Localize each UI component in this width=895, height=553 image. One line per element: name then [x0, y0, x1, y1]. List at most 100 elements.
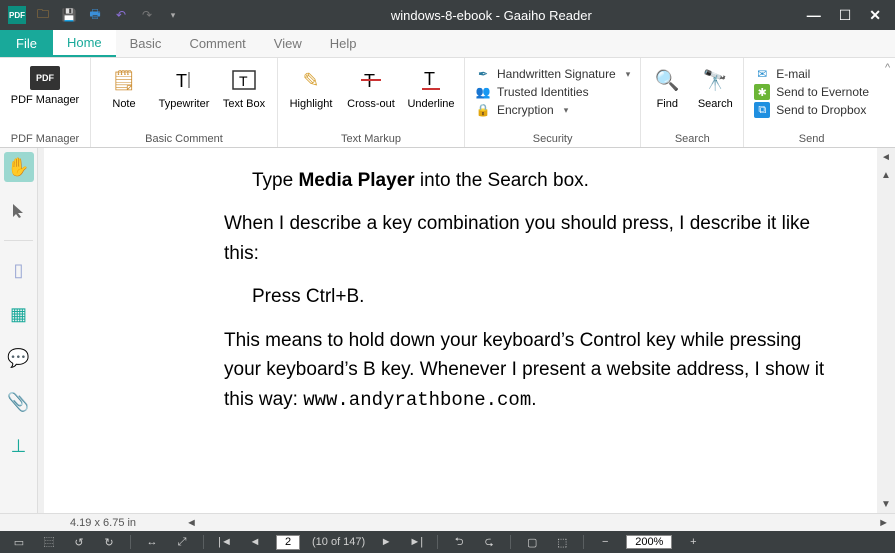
rotate-cw-icon[interactable]: ↻ [100, 534, 118, 550]
rotate-ccw-icon[interactable]: ↺ [70, 534, 88, 550]
doc-paragraph: Press Ctrl+B. [224, 282, 837, 311]
search-button[interactable]: 🔭 Search [691, 64, 739, 110]
thumbnails-panel-button[interactable]: ▦ [4, 299, 34, 329]
scroll-down-icon[interactable]: ▼ [881, 495, 891, 513]
next-page-icon[interactable]: ► [377, 534, 395, 550]
typewriter-button[interactable]: T Typewriter [155, 64, 213, 110]
collapse-ribbon-icon[interactable]: ^ [879, 58, 895, 147]
zoom-level[interactable]: 200% [626, 535, 672, 549]
trusted-identities-button[interactable]: 👥 Trusted Identities [475, 84, 630, 100]
pointer-tool-button[interactable] [4, 196, 34, 226]
main-area: ✋ ▯ ▦ 💬 📎 ⊥ Type Media Player into the S… [0, 148, 895, 513]
crossout-button[interactable]: T Cross-out [342, 64, 400, 110]
quick-access-toolbar: PDF 🗀 💾 🖶 ↶ ↷ ▾ [0, 6, 190, 24]
group-label-textmarkup: Text Markup [282, 131, 460, 147]
actual-size-icon[interactable]: ▢ [523, 534, 541, 550]
fit-page-icon[interactable]: ⤢ [173, 534, 191, 550]
hscroll-right-icon[interactable]: ► [872, 517, 895, 529]
highlight-button[interactable]: ✎ Highlight [282, 64, 340, 110]
minimize-button[interactable]: — [807, 7, 821, 24]
chevron-down-icon: ▾ [626, 69, 631, 80]
nav-forward-icon[interactable]: ⮎ [480, 534, 498, 550]
comments-panel-button[interactable]: 💬 [4, 343, 34, 373]
pdf-manager-label: PDF Manager [11, 94, 79, 106]
redo-icon[interactable]: ↷ [138, 6, 156, 24]
tab-basic[interactable]: Basic [116, 30, 176, 57]
pdf-manager-button[interactable]: PDF PDF Manager [4, 64, 86, 106]
tab-help[interactable]: Help [316, 30, 371, 57]
signature-icon: ✒ [475, 66, 491, 82]
scroll-track[interactable] [877, 184, 895, 495]
fit-visible-icon[interactable]: ⬚ [553, 534, 571, 550]
page-number-input[interactable] [276, 535, 300, 550]
scroll-up-icon[interactable]: ▲ [881, 166, 891, 184]
crossout-icon: T [357, 66, 385, 94]
dropbox-icon: ⧉ [754, 102, 770, 118]
last-page-icon[interactable]: ►| [407, 534, 425, 550]
continuous-view-icon[interactable]: ⿳ [40, 534, 58, 550]
send-dropbox-button[interactable]: ⧉ Send to Dropbox [754, 102, 869, 118]
close-button[interactable]: ✕ [869, 7, 881, 24]
group-label-search: Search [645, 131, 739, 147]
page-total-label: (10 of 147) [312, 536, 365, 548]
find-icon: 🔍 [653, 66, 681, 94]
group-basiccomment: 🗒 Note T Typewriter T Text Box Basic Com… [91, 58, 278, 147]
doc-paragraph: Type Media Player into the Search box. [224, 166, 837, 195]
svg-text:T: T [424, 69, 435, 89]
svg-text:T: T [176, 71, 187, 91]
print-icon[interactable]: 🖶 [86, 6, 104, 24]
hand-tool-button[interactable]: ✋ [4, 152, 34, 182]
nav-back-icon[interactable]: ⮌ [450, 534, 468, 550]
page-content: Type Media Player into the Search box. W… [44, 148, 877, 513]
pdf-badge-icon[interactable]: PDF [8, 6, 26, 24]
document-viewport[interactable]: Type Media Player into the Search box. W… [38, 148, 895, 513]
zoom-in-icon[interactable]: + [684, 534, 702, 550]
fit-width-icon[interactable]: ↔ [143, 534, 161, 550]
find-button[interactable]: 🔍 Find [645, 64, 689, 110]
titlebar: PDF 🗀 💾 🖶 ↶ ↷ ▾ windows-8-ebook - Gaaiho… [0, 0, 895, 30]
encryption-button[interactable]: 🔒 Encryption ▾ [475, 102, 630, 118]
note-icon: 🗒 [110, 66, 138, 94]
underline-button[interactable]: T Underline [402, 64, 460, 110]
zoom-out-icon[interactable]: − [596, 534, 614, 550]
maximize-button[interactable]: ☐ [839, 7, 852, 24]
save-icon[interactable]: 💾 [60, 6, 78, 24]
handwritten-signature-button[interactable]: ✒ Handwritten Signature ▾ [475, 66, 630, 82]
file-menu[interactable]: File [0, 30, 53, 57]
doc-paragraph: This means to hold down your keyboard’s … [224, 326, 837, 415]
vertical-scrollbar[interactable]: ◄ ▲ ▼ [877, 148, 895, 513]
prev-page-icon[interactable]: ◄ [246, 534, 264, 550]
page-dimensions: 4.19 x 6.75 in [70, 517, 180, 529]
group-pdfmanager: PDF PDF Manager PDF Manager [0, 58, 91, 147]
email-button[interactable]: ✉ E-mail [754, 66, 869, 82]
group-label-security: Security [469, 131, 636, 147]
first-page-icon[interactable]: |◄ [216, 534, 234, 550]
underline-icon: T [417, 66, 445, 94]
tab-comment[interactable]: Comment [175, 30, 259, 57]
tab-view[interactable]: View [260, 30, 316, 57]
hscroll-left-icon[interactable]: ◄ [180, 517, 203, 529]
statusbar: ▭ ⿳ ↺ ↻ ↔ ⤢ |◄ ◄ (10 of 147) ► ►| ⮌ ⮎ ▢ … [0, 531, 895, 553]
window-controls: — ☐ ✕ [793, 7, 895, 24]
horizontal-ruler: 4.19 x 6.75 in ◄ ► [0, 513, 895, 531]
group-label-pdfmanager: PDF Manager [4, 131, 86, 147]
qat-dropdown-icon[interactable]: ▾ [164, 6, 182, 24]
bookmarks-panel-button[interactable]: ▯ [4, 255, 34, 285]
stamp-panel-button[interactable]: ⊥ [4, 431, 34, 461]
single-page-view-icon[interactable]: ▭ [10, 534, 28, 550]
chevron-down-icon: ▾ [564, 105, 569, 116]
undo-icon[interactable]: ↶ [112, 6, 130, 24]
attachments-panel-button[interactable]: 📎 [4, 387, 34, 417]
group-send: ✉ E-mail ✱ Send to Evernote ⧉ Send to Dr… [744, 58, 879, 147]
send-evernote-button[interactable]: ✱ Send to Evernote [754, 84, 869, 100]
ribbon: PDF PDF Manager PDF Manager 🗒 Note T Typ… [0, 58, 895, 148]
svg-text:T: T [239, 73, 248, 89]
doc-paragraph: When I describe a key combination you sh… [224, 209, 837, 268]
note-button[interactable]: 🗒 Note [95, 64, 153, 110]
textbox-button[interactable]: T Text Box [215, 64, 273, 110]
binoculars-icon: 🔭 [701, 66, 729, 94]
email-icon: ✉ [754, 66, 770, 82]
tab-home[interactable]: Home [53, 30, 116, 57]
scroll-left-icon[interactable]: ◄ [881, 148, 891, 166]
open-icon[interactable]: 🗀 [34, 6, 52, 24]
